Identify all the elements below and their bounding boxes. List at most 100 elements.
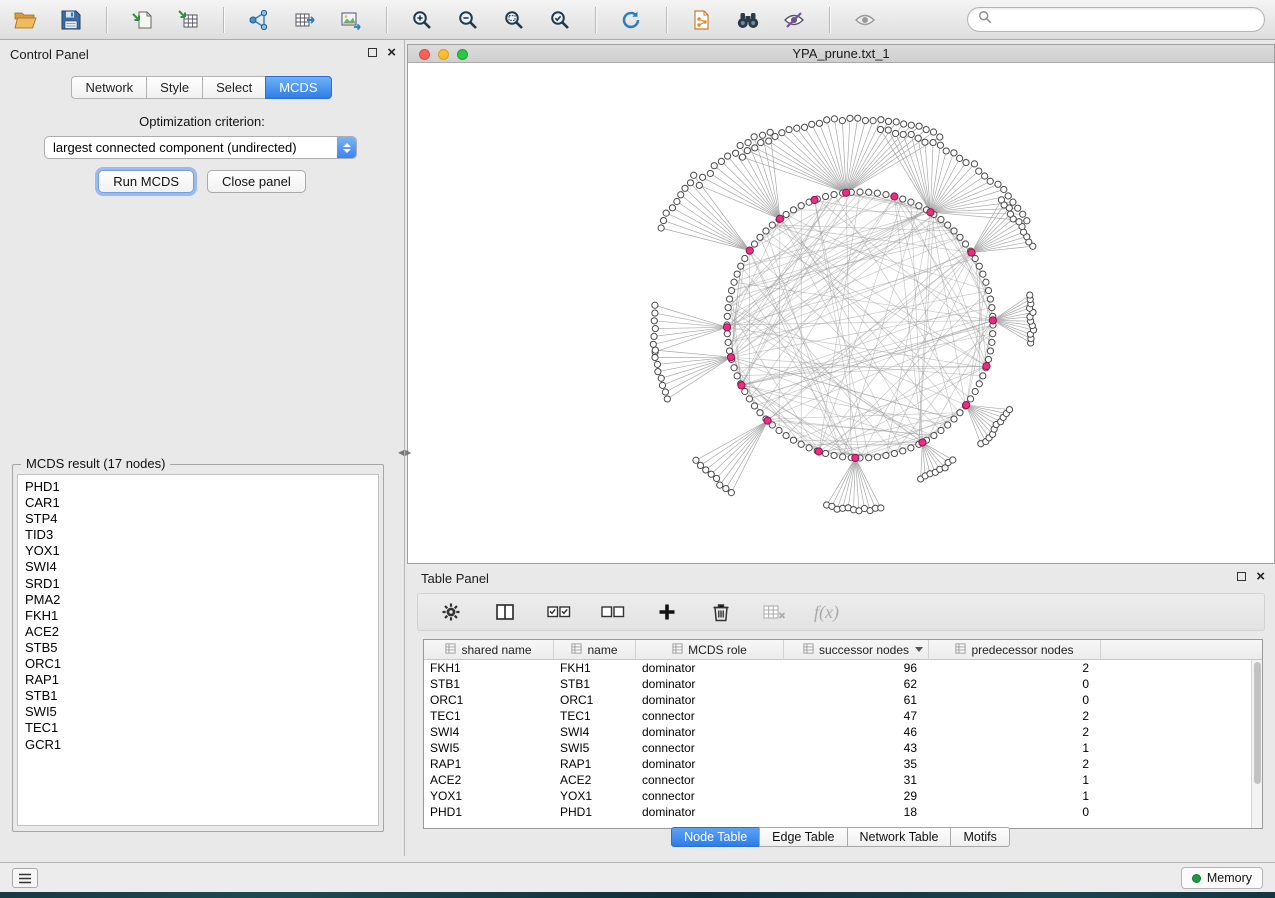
cell-predecessor-nodes[interactable]: 0 [929, 693, 1101, 707]
close-panel-icon[interactable]: × [387, 47, 396, 58]
mcds-result-item[interactable]: SWI5 [25, 704, 371, 720]
tab-motifs[interactable]: Motifs [950, 827, 1009, 847]
cell-successor-nodes[interactable]: 46 [784, 725, 929, 739]
table-row[interactable]: STB1STB1dominator620 [424, 676, 1251, 692]
cell-mcds-role[interactable]: connector [636, 709, 784, 723]
cell-predecessor-nodes[interactable]: 2 [929, 661, 1101, 675]
eye-slash-icon[interactable] [779, 5, 809, 35]
cell-mcds-role[interactable]: dominator [636, 677, 784, 691]
cell-predecessor-nodes[interactable]: 0 [929, 677, 1101, 691]
float-table-panel-icon[interactable] [1237, 572, 1246, 581]
cell-successor-nodes[interactable]: 62 [784, 677, 929, 691]
zoom-in-icon[interactable] [407, 5, 437, 35]
table-export-icon[interactable] [290, 5, 320, 35]
column-header-successor-nodes[interactable]: successor nodes [784, 640, 929, 659]
column-header-mcds-role[interactable]: MCDS role [636, 640, 784, 659]
cell-shared-name[interactable]: ACE2 [424, 773, 554, 787]
network-window-titlebar[interactable]: YPA_prune.txt_1 [408, 45, 1274, 63]
image-export-icon[interactable] [336, 5, 366, 35]
cell-shared-name[interactable]: SWI4 [424, 725, 554, 739]
zoom-check-icon[interactable] [545, 5, 575, 35]
table-row[interactable]: ACE2ACE2connector311 [424, 772, 1251, 788]
cell-shared-name[interactable]: PHD1 [424, 805, 554, 819]
cell-name[interactable]: SWI5 [554, 741, 636, 755]
file-import-icon[interactable] [127, 5, 157, 35]
table-row[interactable]: PHD1PHD1dominator180 [424, 804, 1251, 820]
cell-shared-name[interactable]: SWI5 [424, 741, 554, 755]
zoom-out-icon[interactable] [453, 5, 483, 35]
cell-mcds-role[interactable]: connector [636, 773, 784, 787]
mcds-result-item[interactable]: TID3 [25, 527, 371, 543]
cell-name[interactable]: TEC1 [554, 709, 636, 723]
close-panel-button[interactable]: Close panel [207, 170, 306, 193]
document-share-icon[interactable] [687, 5, 717, 35]
mcds-result-list[interactable]: PHD1CAR1STP4TID3YOX1SWI4SRD1PMA2FKH1ACE2… [17, 474, 379, 826]
cell-successor-nodes[interactable]: 29 [784, 789, 929, 803]
folder-open-icon[interactable] [10, 5, 40, 35]
search-input[interactable] [998, 12, 1254, 27]
cell-successor-nodes[interactable]: 18 [784, 805, 929, 819]
tab-style[interactable]: Style [146, 76, 203, 99]
tab-network-table[interactable]: Network Table [847, 827, 952, 847]
cell-predecessor-nodes[interactable]: 1 [929, 789, 1101, 803]
mcds-result-item[interactable]: TEC1 [25, 720, 371, 736]
mcds-result-item[interactable]: YOX1 [25, 543, 371, 559]
column-header-shared-name[interactable]: shared name [424, 640, 554, 659]
table-row[interactable]: FKH1FKH1dominator962 [424, 660, 1251, 676]
trash-icon[interactable] [706, 597, 736, 627]
tab-network[interactable]: Network [71, 76, 147, 99]
cell-shared-name[interactable]: STB1 [424, 677, 554, 691]
tab-node-table[interactable]: Node Table [671, 827, 760, 847]
cell-mcds-role[interactable]: dominator [636, 661, 784, 675]
maximize-window-icon[interactable] [457, 49, 468, 60]
gear-icon[interactable] [436, 597, 466, 627]
cell-mcds-role[interactable]: connector [636, 789, 784, 803]
table-row[interactable]: RAP1RAP1dominator352 [424, 756, 1251, 772]
table-import-icon[interactable] [173, 5, 203, 35]
cell-predecessor-nodes[interactable]: 2 [929, 725, 1101, 739]
clear-all-checkboxes-icon[interactable] [598, 597, 628, 627]
tab-edge-table[interactable]: Edge Table [759, 827, 847, 847]
cell-name[interactable]: FKH1 [554, 661, 636, 675]
columns-icon[interactable] [490, 597, 520, 627]
mcds-result-item[interactable]: STP4 [25, 511, 371, 527]
table-row[interactable]: TEC1TEC1connector472 [424, 708, 1251, 724]
cell-shared-name[interactable]: ORC1 [424, 693, 554, 707]
mcds-result-item[interactable]: PMA2 [25, 592, 371, 608]
tab-mcds[interactable]: MCDS [265, 76, 331, 99]
table-row[interactable]: SWI4SWI4dominator462 [424, 724, 1251, 740]
network-canvas[interactable] [408, 63, 1274, 563]
mcds-result-item[interactable]: SWI4 [25, 559, 371, 575]
cell-shared-name[interactable]: FKH1 [424, 661, 554, 675]
table-row[interactable]: YOX1YOX1connector291 [424, 788, 1251, 804]
mcds-result-item[interactable]: GCR1 [25, 737, 371, 753]
mcds-result-item[interactable]: SRD1 [25, 576, 371, 592]
cell-mcds-role[interactable]: dominator [636, 805, 784, 819]
network-share-icon[interactable] [244, 5, 274, 35]
criterion-dropdown[interactable]: largest connected component (undirected) [44, 136, 357, 159]
cell-successor-nodes[interactable]: 31 [784, 773, 929, 787]
mcds-result-item[interactable]: STB5 [25, 640, 371, 656]
cell-name[interactable]: STB1 [554, 677, 636, 691]
function-builder-icon[interactable]: f(x) [814, 602, 839, 623]
cell-name[interactable]: PHD1 [554, 805, 636, 819]
zoom-fit-icon[interactable] [499, 5, 529, 35]
column-header-predecessor-nodes[interactable]: predecessor nodes [929, 640, 1101, 659]
cell-mcds-role[interactable]: connector [636, 741, 784, 755]
run-mcds-button[interactable]: Run MCDS [98, 170, 194, 193]
cell-shared-name[interactable]: YOX1 [424, 789, 554, 803]
table-scrollbar[interactable] [1251, 660, 1262, 828]
eye-icon[interactable] [850, 5, 880, 35]
mcds-result-item[interactable]: RAP1 [25, 672, 371, 688]
mcds-result-item[interactable]: ACE2 [25, 624, 371, 640]
cell-name[interactable]: ACE2 [554, 773, 636, 787]
column-header-name[interactable]: name [554, 640, 636, 659]
cell-successor-nodes[interactable]: 47 [784, 709, 929, 723]
cell-successor-nodes[interactable]: 61 [784, 693, 929, 707]
cell-mcds-role[interactable]: dominator [636, 725, 784, 739]
cell-successor-nodes[interactable]: 35 [784, 757, 929, 771]
delete-table-icon[interactable] [760, 597, 790, 627]
floppy-disk-icon[interactable] [56, 5, 86, 35]
binoculars-icon[interactable] [733, 5, 763, 35]
tab-select[interactable]: Select [202, 76, 266, 99]
